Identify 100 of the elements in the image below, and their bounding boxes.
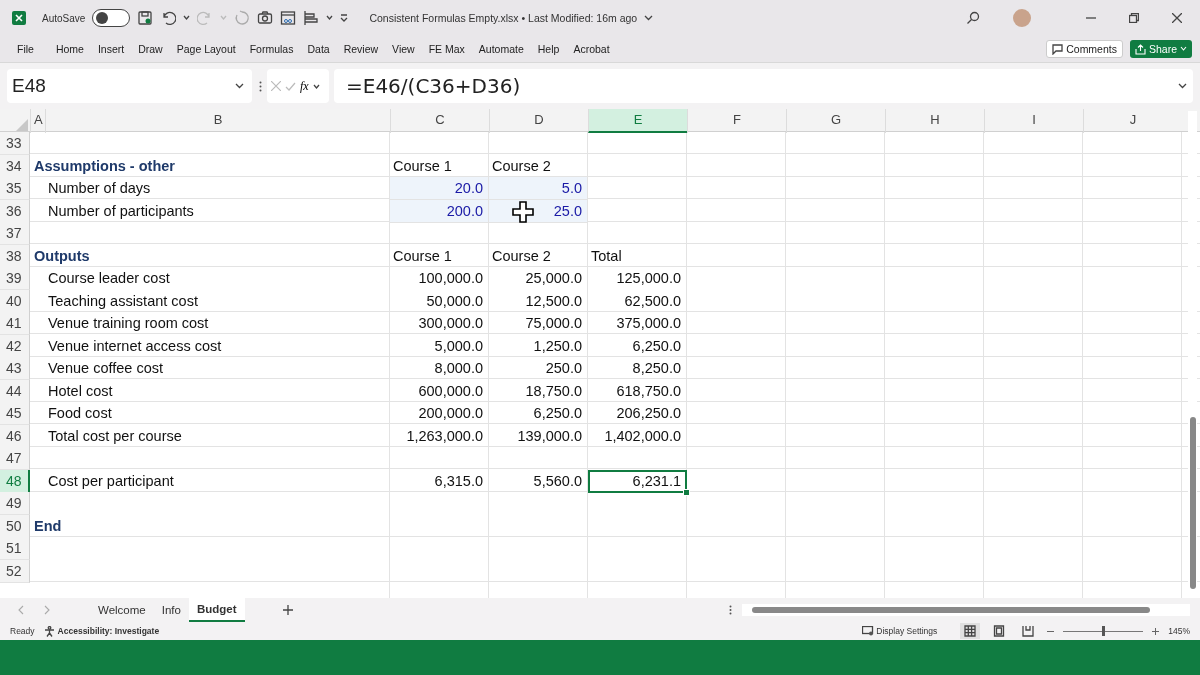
menu-tab[interactable]: Data: [300, 43, 337, 55]
caret-icon[interactable]: [235, 83, 244, 89]
input-cell[interactable]: 200.0: [390, 199, 489, 223]
table-cell[interactable]: Course 1: [390, 154, 489, 178]
row-header[interactable]: 35: [0, 177, 30, 200]
row-header[interactable]: 42: [0, 334, 30, 358]
table-cell[interactable]: 12,500.0: [489, 289, 588, 313]
menu-tab[interactable]: FE Max: [421, 43, 472, 55]
align-left-icon[interactable]: [303, 10, 320, 26]
menu-tab[interactable]: Help: [530, 43, 567, 55]
table-cell[interactable]: 8,250.0: [588, 357, 687, 380]
row-header[interactable]: 41: [0, 312, 30, 335]
share-button[interactable]: Share: [1129, 40, 1192, 58]
chevron-down-icon[interactable]: [644, 15, 654, 21]
table-cell[interactable]: 250.0: [489, 357, 588, 380]
row-header[interactable]: 51: [0, 537, 30, 560]
zoom-in-icon[interactable]: [1152, 627, 1160, 635]
save-icon[interactable]: [137, 10, 154, 26]
slider-thumb[interactable]: [1101, 625, 1105, 636]
table-cell[interactable]: 18,750.0: [489, 379, 588, 403]
menu-tab[interactable]: View: [385, 43, 422, 55]
table-cell[interactable]: 125,000.0: [588, 267, 687, 290]
row-header[interactable]: 45: [0, 402, 30, 425]
row-header[interactable]: 44: [0, 379, 30, 403]
caret-icon[interactable]: [183, 15, 191, 21]
table-cell[interactable]: Course 1: [390, 244, 489, 268]
table-cell[interactable]: 1,250.0: [489, 334, 588, 358]
menu-tab[interactable]: Review: [336, 43, 386, 55]
table-cell[interactable]: 1,263,000.0: [390, 424, 489, 448]
input-cell[interactable]: 20.0: [390, 177, 489, 200]
menu-tab[interactable]: File: [12, 43, 41, 55]
row-header[interactable]: 47: [0, 447, 30, 470]
fill-handle[interactable]: [683, 488, 690, 496]
table-cell[interactable]: 1,402,000.0: [588, 424, 687, 448]
table-cell[interactable]: 618,750.0: [588, 379, 687, 403]
table-cell[interactable]: Course 2: [489, 154, 588, 178]
more-options-icon[interactable]: [729, 605, 732, 615]
menu-tab[interactable]: Formulas: [242, 43, 301, 55]
table-cell[interactable]: 6,250.0: [588, 334, 687, 358]
formula-field[interactable]: =E46/(C36+D36): [334, 69, 1193, 103]
table-cell[interactable]: 6,231.1: [588, 469, 687, 493]
table-cell[interactable]: Course 2: [489, 244, 588, 268]
caret-icon[interactable]: [326, 15, 334, 21]
caret-icon[interactable]: [312, 83, 320, 89]
undo-icon[interactable]: [160, 10, 177, 26]
autosave-toggle[interactable]: [92, 9, 131, 27]
sheet-tab[interactable]: Info: [153, 598, 189, 622]
row-header[interactable]: 40: [0, 289, 30, 313]
row-header[interactable]: 38: [0, 244, 30, 268]
view-button[interactable]: [960, 623, 981, 639]
expand-icon[interactable]: [1178, 83, 1187, 89]
menu-tab[interactable]: Draw: [131, 43, 170, 55]
sheet-tab[interactable]: Welcome: [90, 598, 154, 622]
table-cell[interactable]: 6,250.0: [489, 402, 588, 425]
row-header[interactable]: 49: [0, 492, 30, 515]
sheet-tab[interactable]: Budget: [188, 598, 245, 622]
camera-icon[interactable]: [257, 10, 274, 26]
display-settings-button[interactable]: Display Settings: [862, 626, 938, 636]
row-header[interactable]: 39: [0, 267, 30, 290]
insert-function-button[interactable]: fx: [300, 78, 309, 94]
add-sheet-icon[interactable]: [282, 605, 293, 615]
table-cell[interactable]: 25,000.0: [489, 267, 588, 290]
table-cell[interactable]: 62,500.0: [588, 289, 687, 313]
input-cell[interactable]: 5.0: [489, 177, 588, 200]
menu-tab[interactable]: Insert: [90, 43, 132, 55]
row-header[interactable]: 37: [0, 222, 30, 245]
table-cell[interactable]: 75,000.0: [489, 312, 588, 335]
table-cell[interactable]: 300,000.0: [390, 312, 489, 335]
table-cell[interactable]: 50,000.0: [390, 289, 489, 313]
more-options-icon[interactable]: [259, 80, 262, 92]
search-icon[interactable]: [966, 11, 980, 25]
column-header[interactable]: E: [588, 109, 687, 133]
row-header[interactable]: 33: [0, 132, 30, 155]
customize-icon[interactable]: [340, 14, 349, 22]
accessibility-button[interactable]: Accessibility: Investigate: [43, 625, 160, 637]
table-cell[interactable]: 100,000.0: [390, 267, 489, 290]
row-header[interactable]: 48: [0, 469, 30, 493]
table-cell[interactable]: Total: [588, 244, 687, 268]
row-header[interactable]: 43: [0, 357, 30, 380]
zoom-percentage[interactable]: 145%: [1168, 626, 1190, 636]
table-cell[interactable]: 206,250.0: [588, 402, 687, 425]
menu-tab[interactable]: Home: [48, 43, 91, 55]
row-header[interactable]: 50: [0, 514, 30, 538]
window-icon[interactable]: [280, 10, 297, 26]
horizontal-scrollbar[interactable]: [742, 604, 1190, 616]
table-cell[interactable]: 139,000.0: [489, 424, 588, 448]
table-cell[interactable]: 375,000.0: [588, 312, 687, 335]
table-cell[interactable]: 8,000.0: [390, 357, 489, 380]
comments-button[interactable]: Comments: [1046, 40, 1123, 58]
menu-tab[interactable]: Acrobat: [566, 43, 617, 55]
row-header[interactable]: 36: [0, 199, 30, 223]
row-header[interactable]: 34: [0, 154, 30, 178]
name-box[interactable]: E48: [7, 69, 252, 103]
close-icon[interactable]: [1172, 13, 1182, 23]
table-cell[interactable]: 5,560.0: [489, 469, 588, 493]
restore-icon[interactable]: [1129, 13, 1139, 23]
row-header[interactable]: 46: [0, 424, 30, 448]
row-header[interactable]: 52: [0, 559, 30, 583]
table-cell[interactable]: 6,315.0: [390, 469, 489, 493]
menu-tab[interactable]: Automate: [471, 43, 531, 55]
